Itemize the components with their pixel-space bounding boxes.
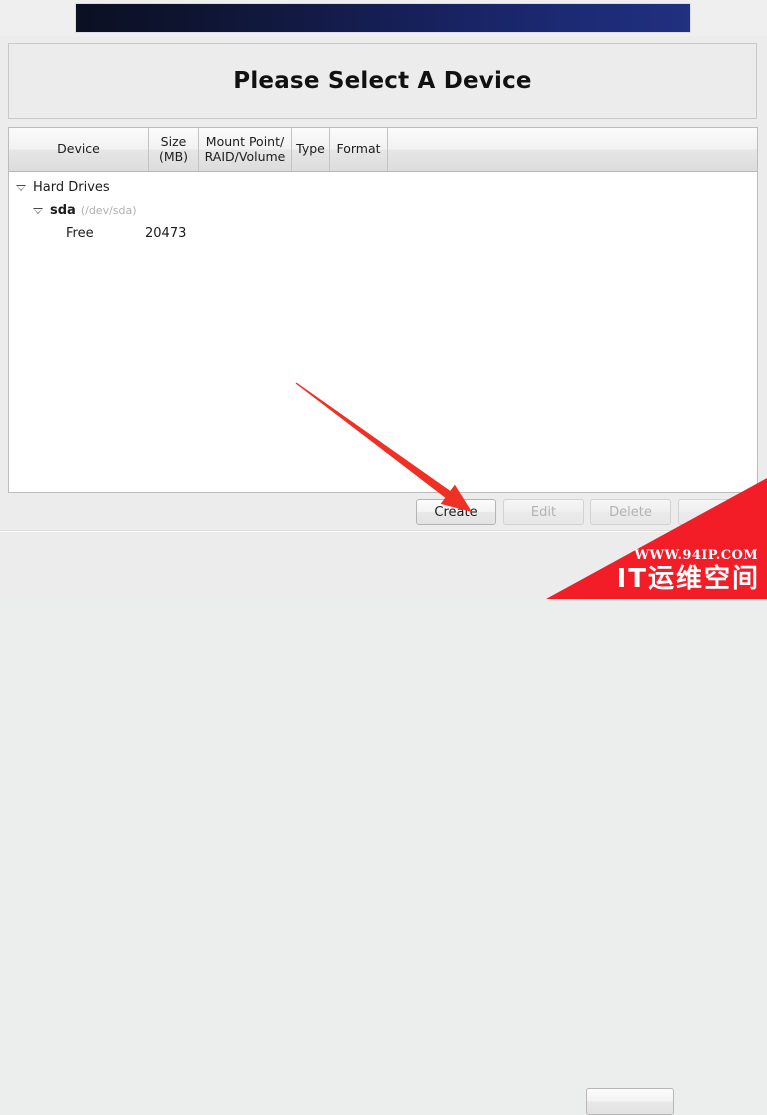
page-title-box: Please Select A Device — [8, 43, 757, 119]
r-button: R — [678, 499, 759, 525]
device-table-header: Device Size (MB) Mount Point/ RAID/Volume T… — [9, 128, 757, 172]
header-banner — [76, 4, 690, 32]
column-header-size-mb[interactable]: Size (MB) — [149, 128, 199, 171]
device-tree-panel[interactable]: Device Size (MB) Mount Point/ RAID/Volume T… — [8, 127, 758, 493]
tree-row-size: 20473 — [145, 226, 187, 241]
tree-row-label: Free — [66, 226, 94, 241]
installer-window: Please Select A Device Device Size (MB) Mo… — [0, 0, 767, 1115]
column-header-format[interactable]: Format — [330, 128, 388, 171]
create-button[interactable]: Create — [416, 499, 496, 525]
column-header-spacer[interactable] — [388, 128, 749, 171]
edit-button: Edit — [503, 499, 584, 525]
column-header-mount-point-raid-volume[interactable]: Mount Point/ RAID/Volume — [199, 128, 292, 171]
column-header-device[interactable]: Device — [9, 128, 149, 171]
page-title: Please Select A Device — [233, 68, 532, 94]
device-tree-body[interactable]: Hard Drives sda (/dev/sda) Free 20473 — [9, 172, 757, 492]
banner-area — [0, 0, 767, 36]
bottom-panel — [0, 532, 767, 1115]
column-header-type[interactable]: Type — [292, 128, 330, 171]
expander-down-icon[interactable] — [32, 204, 45, 217]
expander-down-icon[interactable] — [15, 181, 28, 194]
tree-row[interactable]: Hard Drives — [15, 176, 110, 199]
tree-row-label: Hard Drives — [33, 180, 110, 195]
delete-button: Delete — [590, 499, 671, 525]
bottom-button[interactable] — [586, 1088, 674, 1115]
action-button-row: Create Edit Delete R — [0, 496, 767, 530]
tree-row-label: sda — [50, 203, 76, 218]
tree-row[interactable]: Free — [66, 222, 94, 245]
tree-row-device-path: (/dev/sda) — [80, 204, 137, 217]
tree-row[interactable]: sda (/dev/sda) — [32, 199, 137, 222]
